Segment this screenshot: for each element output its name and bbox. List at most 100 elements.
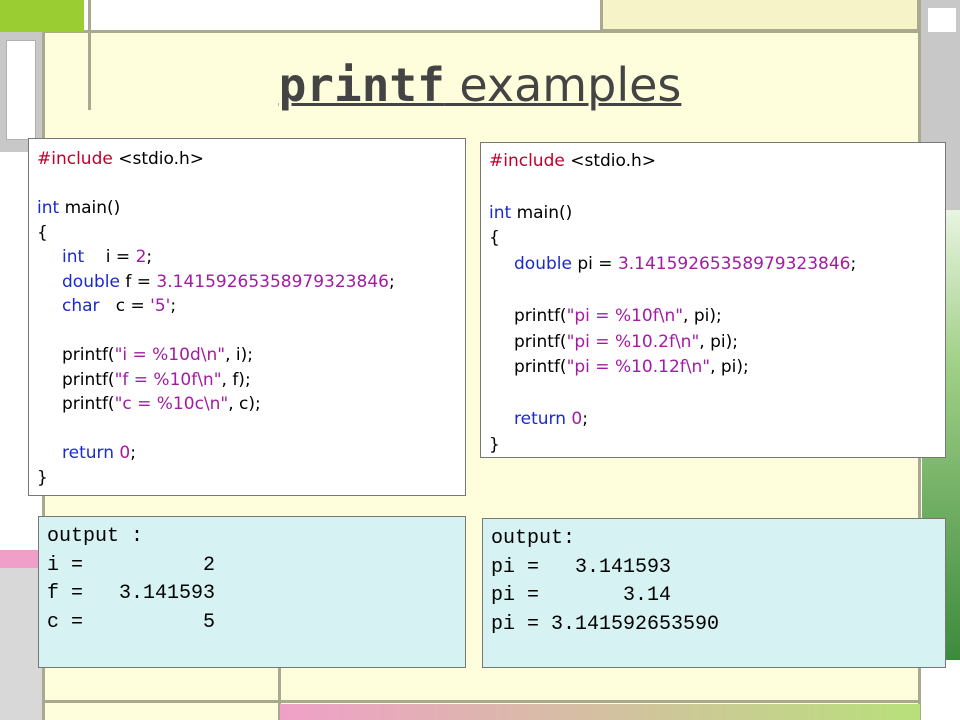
semicolon: ; xyxy=(850,254,857,275)
output-line: pi = 3.141592653590 xyxy=(491,612,720,636)
output-line: pi = 3.141593 xyxy=(491,555,672,579)
declaration: f = xyxy=(119,271,157,292)
declaration: i = xyxy=(84,247,136,267)
code-line: int main() xyxy=(37,196,465,221)
type-keyword: double xyxy=(514,254,572,275)
code-line: } xyxy=(37,466,465,491)
output-line: output : xyxy=(47,525,144,548)
brace: { xyxy=(37,222,48,243)
code-panel-left: #include <stdio.h> int main() { int i = … xyxy=(28,138,466,496)
format-string: "i = %10d\n" xyxy=(114,345,226,365)
type-keyword: char xyxy=(62,296,100,316)
brace: } xyxy=(489,434,500,455)
type-keyword: double xyxy=(62,271,120,292)
code-line: return 0; xyxy=(489,407,945,433)
call-args: , pi); xyxy=(683,305,722,326)
literal-value: 0 xyxy=(565,408,583,429)
bottom-gradient-strip xyxy=(280,704,920,720)
function-signature: main() xyxy=(59,198,121,218)
literal-value: 3.14159265358979323846 xyxy=(156,271,389,292)
code-line: #include <stdio.h> xyxy=(489,149,945,175)
code-line: #include <stdio.h> xyxy=(37,147,465,172)
function-call: printf( xyxy=(62,345,115,365)
literal-value: 3.14159265358979323846 xyxy=(617,254,851,275)
title-code-word: printf xyxy=(278,58,445,112)
header-name: <stdio.h> xyxy=(112,149,205,169)
format-string: "pi = %10.12f\n" xyxy=(566,357,711,378)
brace: } xyxy=(37,467,48,488)
code-line: int main() xyxy=(489,201,945,227)
function-call: printf( xyxy=(514,331,567,352)
type-keyword: int xyxy=(489,202,512,223)
brace: { xyxy=(489,228,500,249)
semicolon: ; xyxy=(170,296,177,316)
output-line: c = 5 xyxy=(47,610,216,634)
code-line: printf("pi = %10.2f\n", pi); xyxy=(489,330,945,356)
title-text: examples xyxy=(444,58,682,112)
slide-title: printf examples xyxy=(0,58,960,112)
call-args: , i); xyxy=(225,345,253,365)
function-call: printf( xyxy=(514,357,567,378)
function-signature: main() xyxy=(511,202,573,223)
semicolon: ; xyxy=(582,408,588,429)
call-args: , pi); xyxy=(699,331,738,352)
code-line: printf("f = %10f\n", f); xyxy=(37,368,465,393)
output-line: output: xyxy=(491,527,576,550)
preprocessor-directive: #include xyxy=(37,149,113,169)
type-keyword: int xyxy=(37,198,60,218)
output-line: i = 2 xyxy=(47,553,216,577)
corner-green-block xyxy=(0,0,84,32)
output-line: pi = 3.14 xyxy=(491,584,672,607)
literal-value: 2 xyxy=(135,247,147,267)
code-line: int i = 2; xyxy=(37,245,465,270)
function-call: printf( xyxy=(62,394,115,414)
format-string: "pi = %10.2f\n" xyxy=(566,331,700,352)
code-line: return 0; xyxy=(37,441,465,466)
code-line: double f = 3.14159265358979323846; xyxy=(37,270,465,295)
header-name: <stdio.h> xyxy=(564,151,657,171)
call-args: , pi); xyxy=(710,357,749,378)
code-line: } xyxy=(489,433,945,459)
code-line: { xyxy=(489,226,945,252)
top-right-box xyxy=(600,0,920,32)
semicolon: ; xyxy=(130,443,136,463)
code-line: printf("pi = %10f\n", pi); xyxy=(489,304,945,330)
return-keyword: return xyxy=(62,443,114,463)
format-string: "c = %10c\n" xyxy=(114,394,229,414)
output-panel-right: output: pi = 3.141593 pi = 3.14 pi = 3.1… xyxy=(482,518,946,668)
declaration: pi = xyxy=(571,254,618,275)
function-call: printf( xyxy=(514,305,567,326)
code-line: { xyxy=(37,221,465,246)
declaration: c = xyxy=(99,296,151,316)
code-line: printf("c = %10c\n", c); xyxy=(37,392,465,417)
frame-line-bottom xyxy=(42,700,920,703)
call-args: , c); xyxy=(228,394,261,414)
code-line: printf("i = %10d\n", i); xyxy=(37,343,465,368)
format-string: "pi = %10f\n" xyxy=(566,305,684,326)
output-panel-left: output : i = 2 f = 3.141593 c = 5 xyxy=(38,516,466,668)
call-args: , f); xyxy=(221,369,251,390)
left-gray-lower xyxy=(0,568,42,720)
code-line: char c = '5'; xyxy=(37,294,465,319)
preprocessor-directive: #include xyxy=(489,151,565,171)
function-call: printf( xyxy=(62,369,115,390)
semicolon: ; xyxy=(388,271,395,292)
format-string: "f = %10f\n" xyxy=(114,369,222,390)
return-keyword: return xyxy=(514,408,566,429)
literal-value: '5' xyxy=(150,296,171,316)
right-white-inset xyxy=(928,8,956,32)
literal-value: 0 xyxy=(113,443,131,463)
type-keyword: int xyxy=(62,247,85,267)
code-panel-right: #include <stdio.h> int main() { double p… xyxy=(480,142,946,458)
semicolon: ; xyxy=(146,247,153,267)
code-line: double pi = 3.14159265358979323846; xyxy=(489,252,945,278)
code-line: printf("pi = %10.12f\n", pi); xyxy=(489,355,945,381)
left-pink-strip xyxy=(0,550,42,568)
output-line: f = 3.141593 xyxy=(47,582,216,605)
